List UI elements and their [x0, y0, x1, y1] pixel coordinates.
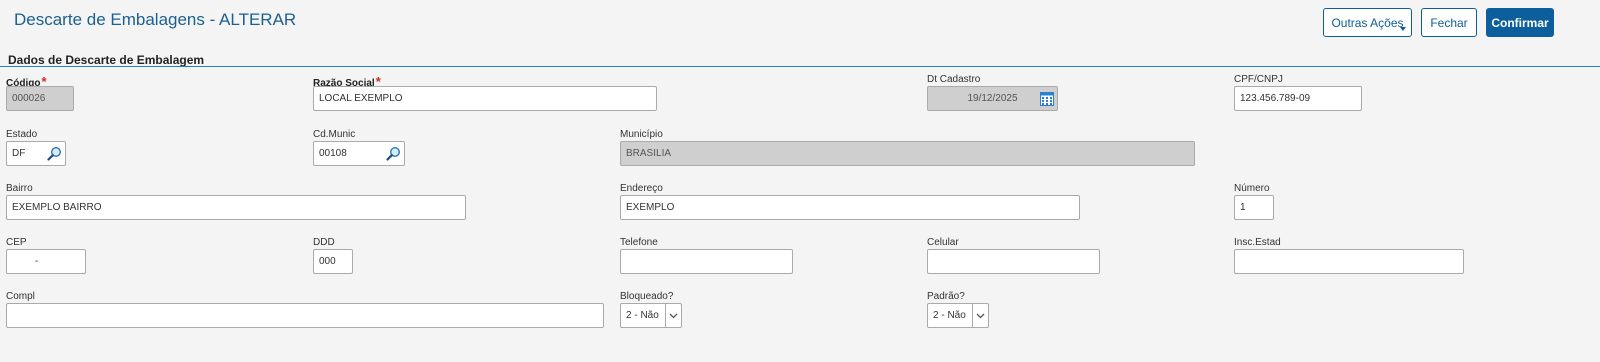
dt-cadastro-value: 19/12/2025	[967, 93, 1018, 104]
cep-value: -	[21, 256, 39, 267]
magnifier-icon[interactable]	[386, 146, 401, 161]
ddd-value: 000	[319, 256, 336, 267]
compl-label: Compl	[6, 291, 35, 302]
celular-label: Celular	[927, 237, 959, 248]
estado-field[interactable]: DF	[6, 141, 66, 166]
cep-field[interactable]: -	[6, 249, 86, 274]
cep-label: CEP	[6, 237, 27, 248]
outras-acoes-label: Outras Ações	[1331, 15, 1404, 30]
dt-cadastro-label: Dt Cadastro	[927, 74, 981, 85]
bloqueado-label: Bloqueado?	[620, 291, 674, 302]
chevron-down-icon	[1400, 27, 1406, 31]
magnifier-icon[interactable]	[47, 146, 62, 161]
calendar-icon[interactable]	[1040, 92, 1054, 106]
cpf-cnpj-field[interactable]: 123.456.789-09	[1234, 86, 1362, 111]
razao-social-value: LOCAL EXEMPLO	[319, 93, 403, 104]
page-title: Descarte de Embalagens - ALTERAR	[14, 10, 297, 29]
ddd-label: DDD	[313, 237, 335, 248]
bairro-value: EXEMPLO BAIRRO	[12, 202, 102, 213]
endereco-value: EXEMPLO	[626, 202, 675, 213]
cd-munic-label: Cd.Munic	[313, 129, 356, 140]
endereco-label: Endereço	[620, 183, 663, 194]
razao-social-field[interactable]: LOCAL EXEMPLO	[313, 86, 657, 111]
section-divider	[0, 66, 1600, 67]
insc-estad-label: Insc.Estad	[1234, 237, 1281, 248]
section-title: Dados de Descarte de Embalagem	[8, 53, 205, 67]
fechar-label: Fechar	[1430, 15, 1468, 30]
celular-field[interactable]	[927, 249, 1100, 274]
ddd-field[interactable]: 000	[313, 249, 353, 274]
compl-field[interactable]	[6, 303, 604, 328]
codigo-value: 000026	[12, 93, 46, 104]
bloqueado-value: 2 - Não	[626, 310, 659, 321]
padrao-label: Padrão?	[927, 291, 965, 302]
municipio-label: Município	[620, 129, 663, 140]
padrao-select[interactable]: 2 - Não	[927, 303, 989, 328]
cd-munic-value: 00108	[319, 148, 347, 159]
municipio-value: BRASILIA	[626, 148, 672, 159]
estado-value: DF	[12, 148, 26, 159]
telefone-label: Telefone	[620, 237, 658, 248]
estado-label: Estado	[6, 129, 38, 140]
numero-value: 1	[1240, 202, 1246, 213]
codigo-field[interactable]: 000026	[6, 86, 74, 111]
bairro-label: Bairro	[6, 183, 33, 194]
telefone-field[interactable]	[620, 249, 793, 274]
cpf-cnpj-label: CPF/CNPJ	[1234, 74, 1283, 85]
fechar-button[interactable]: Fechar	[1421, 8, 1477, 37]
numero-field[interactable]: 1	[1234, 195, 1274, 220]
cpf-cnpj-value: 123.456.789-09	[1240, 93, 1311, 104]
confirmar-button[interactable]: Confirmar	[1486, 8, 1554, 37]
padrao-value: 2 - Não	[933, 310, 966, 321]
outras-acoes-button[interactable]: Outras Ações	[1323, 8, 1412, 37]
numero-label: Número	[1234, 183, 1270, 194]
chevron-down-icon[interactable]	[665, 304, 681, 327]
insc-estad-field[interactable]	[1234, 249, 1464, 274]
bloqueado-select[interactable]: 2 - Não	[620, 303, 682, 328]
confirmar-label: Confirmar	[1491, 15, 1549, 30]
bairro-field[interactable]: EXEMPLO BAIRRO	[6, 195, 466, 220]
endereco-field[interactable]: EXEMPLO	[620, 195, 1080, 220]
municipio-field[interactable]: BRASILIA	[620, 141, 1195, 166]
cd-munic-field[interactable]: 00108	[313, 141, 405, 166]
chevron-down-icon[interactable]	[972, 304, 988, 327]
dt-cadastro-field[interactable]: 19/12/2025	[927, 86, 1058, 111]
